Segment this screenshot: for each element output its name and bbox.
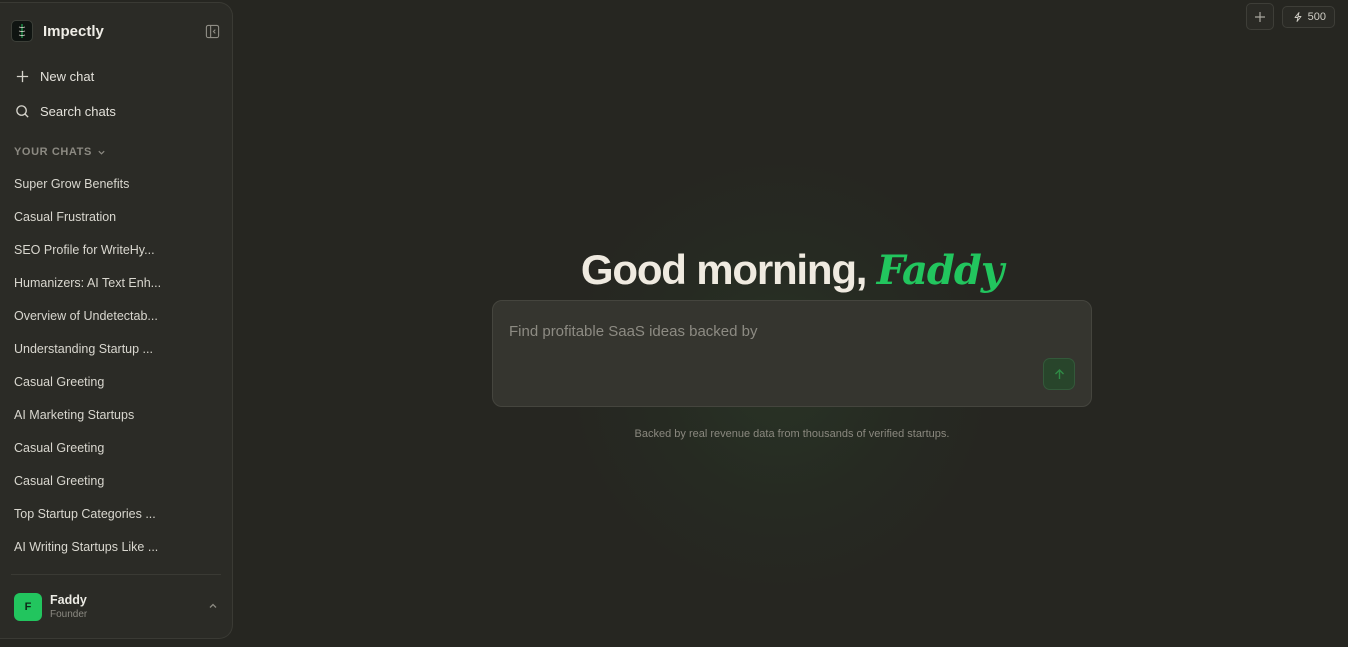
chat-item-label: Overview of Undetectab...	[14, 308, 158, 323]
chat-item[interactable]: Casual Greeting	[0, 464, 232, 497]
credits-count: 500	[1307, 11, 1326, 23]
chat-list: Super Grow Benefits Casual Frustration S…	[0, 167, 232, 574]
chat-item-label: Super Grow Benefits	[14, 176, 130, 191]
chat-item-label: Casual Greeting	[14, 440, 105, 455]
sidebar-header: Impectly	[0, 3, 232, 59]
chat-item-label: SEO Profile for WriteHy...	[14, 242, 155, 257]
user-menu-button[interactable]: F Faddy Founder	[11, 574, 221, 638]
lightning-icon	[1294, 12, 1302, 22]
chat-item[interactable]: SEO Profile for WriteHy...	[0, 233, 232, 266]
sidebar-collapse-icon	[205, 24, 219, 38]
prompt-input[interactable]	[509, 323, 1029, 340]
disclaimer-text: Backed by real revenue data from thousan…	[634, 428, 950, 440]
new-chat-label: New chat	[40, 69, 95, 84]
chat-item-label: Casual Frustration	[14, 209, 117, 224]
chat-item[interactable]: AI Writing Startups Like ...	[0, 530, 232, 563]
chat-item[interactable]: Super Grow Benefits	[0, 167, 232, 200]
app-logo[interactable]	[11, 20, 33, 42]
chat-item-label: Casual Greeting	[14, 473, 105, 488]
plus-icon	[1254, 11, 1265, 22]
prompt-box	[492, 300, 1092, 407]
chat-item-label: Humanizers: AI Text Enh...	[14, 275, 162, 290]
add-button[interactable]	[1245, 3, 1274, 30]
new-chat-button[interactable]: New chat	[0, 59, 232, 94]
greeting-name: Faddy	[876, 247, 1004, 294]
search-icon	[14, 104, 30, 120]
chat-item-label: Casual Greeting	[14, 374, 105, 389]
chat-item-label: AI Marketing Startups	[14, 407, 135, 422]
your-chats-title: YOUR CHATS	[14, 146, 92, 158]
chat-item-label: Top Startup Categories ...	[14, 506, 156, 521]
chat-item[interactable]: Humanizers: AI Text Enh...	[0, 266, 232, 299]
send-button[interactable]	[1043, 358, 1075, 390]
chat-item-label: Understanding Startup ...	[14, 341, 153, 356]
search-chats-label: Search chats	[40, 104, 116, 119]
user-name: Faddy	[50, 592, 87, 607]
app-name: Impectly	[43, 22, 104, 40]
user-info: Faddy Founder	[50, 593, 208, 621]
arrow-up-icon	[1054, 368, 1064, 379]
top-actions: 500	[1245, 3, 1335, 30]
search-chats-button[interactable]: Search chats	[0, 94, 232, 129]
credits-badge[interactable]: 500	[1281, 6, 1335, 28]
chat-item[interactable]: Casual Greeting	[0, 365, 232, 398]
chat-item[interactable]: Understanding Startup ...	[0, 332, 232, 365]
chevron-up-icon	[208, 598, 218, 616]
chevron-down-icon	[98, 150, 105, 155]
chat-item[interactable]: AI Marketing Startups	[0, 398, 232, 431]
chat-item[interactable]: Casual Greeting	[0, 431, 232, 464]
greeting-text: Good morning,	[580, 246, 868, 293]
greeting-heading: Good morning, Faddy	[492, 246, 1092, 294]
chat-item[interactable]: Top Startup Categories ...	[0, 497, 232, 530]
logo-icon	[18, 24, 26, 38]
plus-icon	[14, 69, 30, 85]
user-role: Founder	[50, 608, 88, 620]
chat-item[interactable]: Casual Frustration	[0, 200, 232, 233]
sidebar-collapse-button[interactable]	[204, 23, 220, 39]
chat-item[interactable]: Overview of Undetectab...	[0, 299, 232, 332]
sidebar: Impectly New chat Search chats YOUR CHAT…	[0, 2, 233, 639]
chat-item-label: AI Writing Startups Like ...	[14, 539, 159, 554]
your-chats-toggle[interactable]: YOUR CHATS	[0, 144, 232, 160]
app-root: Impectly New chat Search chats YOUR CHAT…	[0, 0, 1348, 647]
avatar: F	[14, 592, 42, 621]
